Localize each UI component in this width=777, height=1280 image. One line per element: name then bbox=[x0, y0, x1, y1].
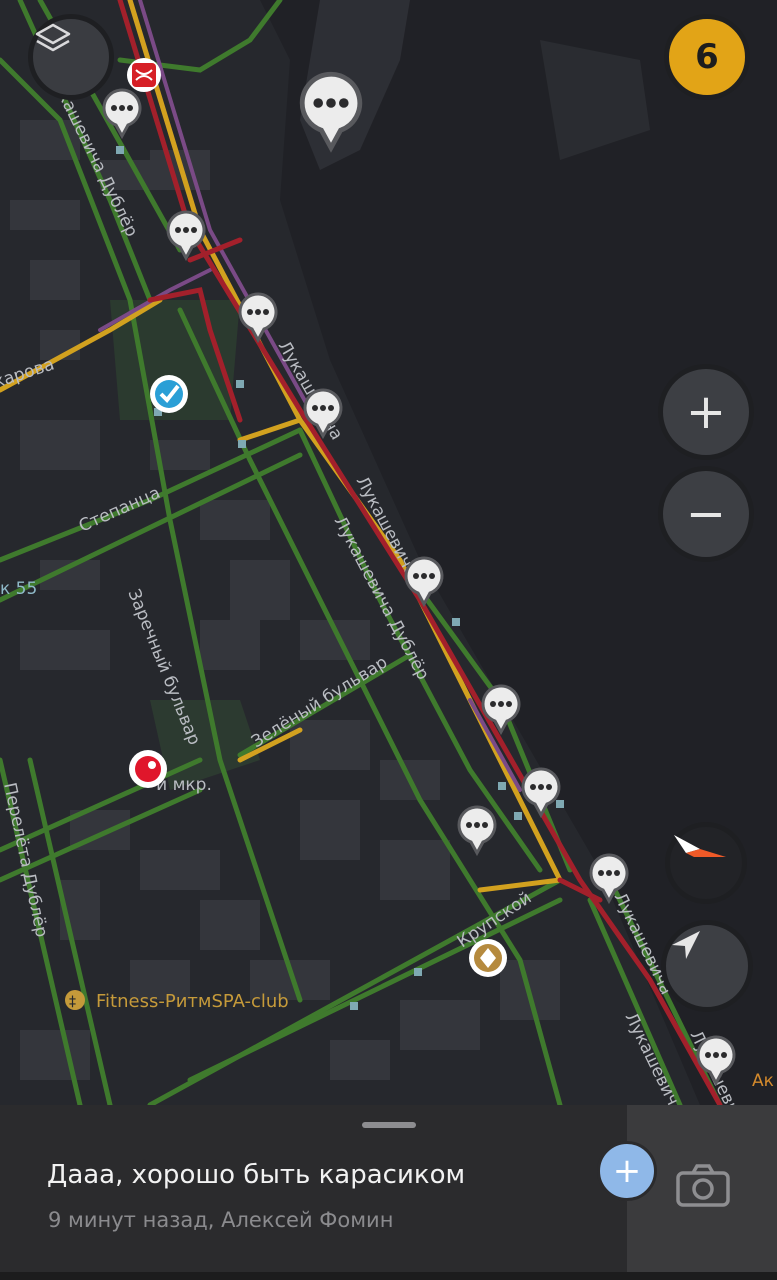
sheet-drag-handle[interactable] bbox=[362, 1122, 416, 1128]
layers-icon bbox=[35, 23, 71, 52]
poi-label: Fitness-РитмSPA-club bbox=[96, 991, 289, 1012]
layers-button[interactable] bbox=[28, 14, 114, 100]
fitness-poi[interactable]: ‡ Fitness-РитмSPA-club bbox=[65, 990, 289, 1012]
plus-icon: + bbox=[685, 384, 727, 440]
bank-poi-icon[interactable] bbox=[127, 58, 161, 92]
camera-icon bbox=[676, 1164, 730, 1207]
street-label: к 55 bbox=[0, 579, 37, 599]
my-location-button[interactable] bbox=[661, 920, 753, 1012]
traffic-score-badge[interactable]: 6 bbox=[664, 14, 750, 100]
minus-icon: − bbox=[685, 486, 727, 542]
zoom-out-button[interactable]: − bbox=[658, 466, 754, 562]
compass-icon bbox=[674, 835, 726, 857]
bottom-sheet[interactable]: + Дааа, хорошо быть карасиком 9 минут на… bbox=[0, 1105, 777, 1280]
cafe-poi-icon[interactable] bbox=[469, 939, 507, 977]
shield-check-poi-icon[interactable] bbox=[150, 375, 188, 413]
comment-meta: 9 минут назад, Алексей Фомин bbox=[48, 1208, 394, 1232]
map-canvas[interactable]: Лукашевича Дублёр Лукашевича Лукашевича … bbox=[0, 0, 777, 1105]
poi-label-partial: Ак bbox=[752, 1071, 774, 1091]
comment-text: Дааа, хорошо быть карасиком bbox=[47, 1160, 466, 1190]
dumbbell-icon: ‡ bbox=[69, 994, 76, 1010]
navigation-bar bbox=[0, 1272, 777, 1280]
compass-button[interactable] bbox=[665, 822, 747, 904]
add-comment-button[interactable]: + bbox=[597, 1141, 657, 1201]
navigation-arrow-icon bbox=[672, 931, 700, 959]
zoom-in-button[interactable]: + bbox=[658, 364, 754, 460]
shop-poi-icon[interactable] bbox=[129, 750, 167, 788]
map-view[interactable]: Лукашевича Дублёр Лукашевича Лукашевича … bbox=[0, 0, 777, 1105]
